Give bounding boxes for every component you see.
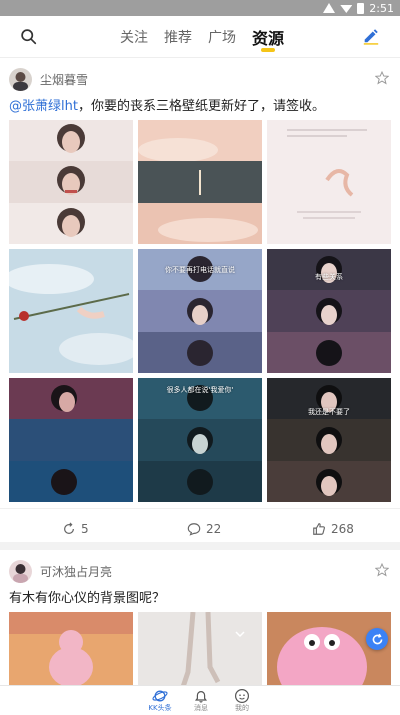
share-icon [64, 522, 74, 534]
grid-image[interactable] [138, 120, 262, 244]
username[interactable]: 可沐独占月亮 [40, 563, 112, 580]
image-grid: 你不要再打电话就直说 有些关系 很多人都在说'我爱你' 我还是不要了 [9, 120, 391, 502]
share-count: 5 [81, 522, 89, 536]
username[interactable]: 尘烟暮雪 [40, 71, 88, 88]
star-icon[interactable] [375, 563, 389, 577]
post-text: 有木有你心仪的背景图呢？ [9, 591, 166, 606]
like-button[interactable]: 268 [312, 522, 354, 536]
grid-image[interactable] [9, 120, 133, 244]
avatar[interactable] [9, 68, 32, 91]
post-card[interactable]: 可沐独占月亮 有木有你心仪的背景图呢？ [0, 550, 400, 685]
post-card[interactable]: 尘烟暮雪 @张萧绿lht，你要的丧系三格壁纸更新好了，请签收。 你不要再打电话就… [0, 58, 400, 542]
grid-image[interactable]: 有些关系 [267, 249, 391, 373]
post-text: @张萧绿lht，你要的丧系三格壁纸更新好了，请签收。 [0, 98, 400, 120]
nav-home-label: KK头条 [148, 704, 172, 712]
nav-profile[interactable]: 我的 [222, 688, 262, 713]
nav-profile-label: 我的 [235, 704, 249, 712]
status-bar: 2:51 [0, 0, 400, 16]
top-nav: 关注 推荐 广场 资源 [0, 16, 400, 58]
tab-follow[interactable]: 关注 [120, 27, 148, 47]
grid-image[interactable]: 你不要再打电话就直说 [138, 249, 262, 373]
avatar[interactable] [9, 560, 32, 583]
status-time: 2:51 [369, 1, 394, 15]
wifi-icon [340, 5, 353, 13]
grid-image[interactable] [138, 612, 262, 685]
nav-messages[interactable]: 消息 [181, 688, 221, 713]
image-caption: 你不要再打电话就直说 [165, 266, 235, 274]
post-actions: 5 22 268 [0, 508, 400, 552]
post-body: ，你要的丧系三格壁纸更新好了，请签收。 [77, 99, 325, 114]
comment-icon [187, 523, 201, 536]
post-header: 可沐独占月亮 [0, 550, 400, 590]
like-count: 268 [331, 522, 354, 536]
image-grid [9, 612, 391, 685]
grid-image[interactable]: 我还是不要了 [267, 378, 391, 502]
feed-tabs: 关注 推荐 广场 资源 [120, 16, 284, 58]
profile-face-icon [235, 689, 249, 703]
image-caption: 有些关系 [315, 273, 343, 281]
refresh-button[interactable] [366, 628, 388, 650]
nav-messages-label: 消息 [194, 704, 208, 712]
compose-icon[interactable] [362, 27, 380, 45]
tab-resources-label: 资源 [252, 29, 285, 48]
share-button[interactable]: 5 [62, 522, 89, 536]
comment-button[interactable]: 22 [187, 522, 221, 536]
bell-icon [195, 691, 207, 703]
nav-home[interactable]: KK头条 [140, 688, 180, 713]
grid-image[interactable] [9, 378, 133, 502]
image-caption: 我还是不要了 [308, 408, 350, 416]
star-icon[interactable] [375, 71, 389, 85]
planet-icon [152, 690, 168, 702]
tab-square[interactable]: 广场 [208, 27, 236, 47]
feed[interactable]: 尘烟暮雪 @张萧绿lht，你要的丧系三格壁纸更新好了，请签收。 你不要再打电话就… [0, 58, 400, 685]
comment-count: 22 [206, 522, 222, 536]
mention-link[interactable]: @张萧绿lht [9, 99, 78, 114]
refresh-icon [372, 633, 382, 644]
grid-image[interactable] [267, 120, 391, 244]
status-icons: 2:51 [323, 1, 394, 15]
signal-icon [323, 3, 336, 13]
tab-resources[interactable]: 资源 [252, 25, 285, 52]
bottom-nav: KK头条 消息 我的 [0, 685, 400, 715]
search-icon[interactable] [20, 28, 37, 45]
tab-recommend[interactable]: 推荐 [164, 27, 192, 47]
grid-image[interactable] [9, 612, 133, 685]
post-header: 尘烟暮雪 [0, 58, 400, 98]
image-caption: 很多人都在说'我爱你' [166, 386, 234, 394]
grid-image[interactable] [9, 249, 133, 373]
battery-icon [357, 2, 365, 14]
thumbs-up-icon [313, 523, 325, 535]
grid-image[interactable]: 很多人都在说'我爱你' [138, 378, 262, 502]
active-tab-underline [261, 48, 275, 52]
